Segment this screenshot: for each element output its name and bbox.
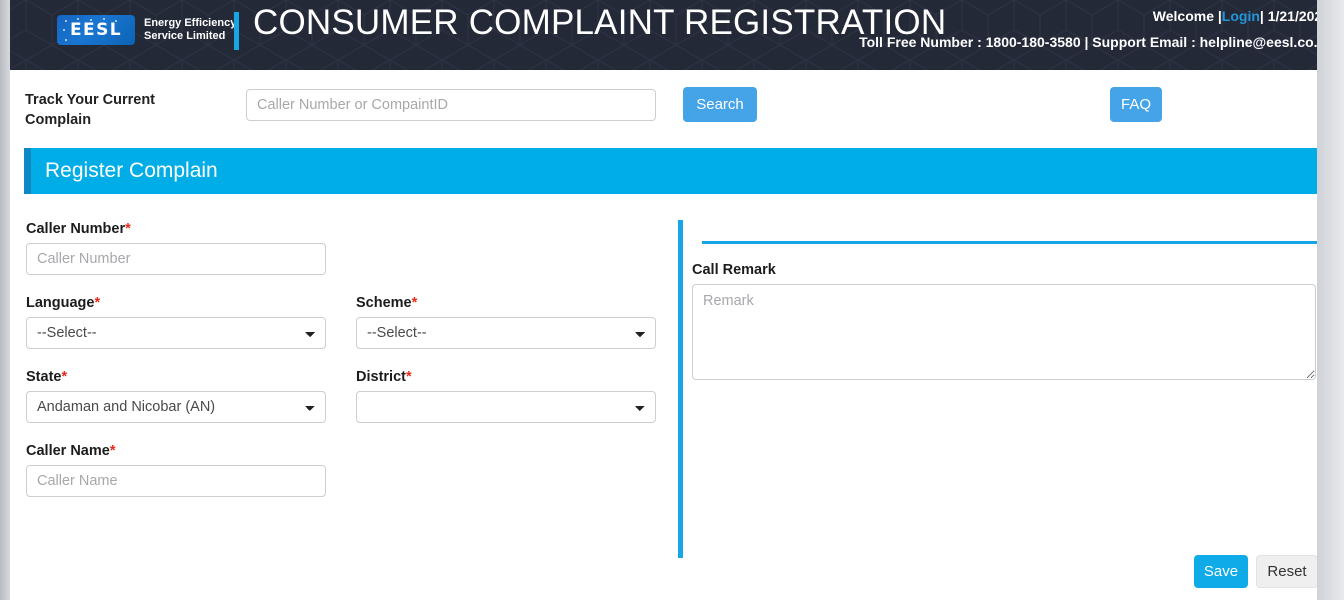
welcome-text: Welcome | <box>1152 8 1222 24</box>
logo-tagline: Energy Efficiency Service Limited <box>144 17 236 43</box>
banner-title: Register Complain <box>45 159 218 182</box>
header-divider <box>234 12 239 50</box>
brand-logo[interactable]: EESL Energy Efficiency Service Limited <box>57 15 236 45</box>
track-label: Track Your Current Complain <box>25 92 156 128</box>
eesl-brand-text: EESL <box>70 19 122 40</box>
field-scheme: Scheme* --Select-- <box>356 295 656 349</box>
field-caller-name: Caller Name* <box>26 443 326 497</box>
column-divider <box>678 220 683 558</box>
page-gutter-left <box>0 0 10 600</box>
state-label: State* <box>26 369 326 385</box>
logo-tagline-line2: Service Limited <box>144 30 226 42</box>
state-required-marker: * <box>61 369 68 385</box>
form-action-buttons: Save Reset <box>1194 555 1318 588</box>
caller-number-input[interactable] <box>26 243 326 275</box>
scheme-select[interactable]: --Select-- <box>356 317 656 349</box>
language-required-marker: * <box>94 295 101 311</box>
register-complain-form: Caller Number* Language* --Select-- Sche… <box>10 205 1326 600</box>
search-button[interactable]: Search <box>683 87 757 122</box>
register-complain-banner: Register Complain <box>24 148 1317 194</box>
save-button[interactable]: Save <box>1194 555 1248 588</box>
site-header: EESL Energy Efficiency Service Limited C… <box>0 0 1344 70</box>
scheme-label: Scheme* <box>356 295 656 311</box>
caller-name-required-marker: * <box>109 443 116 459</box>
page-title: CONSUMER COMPLAINT REGISTRATION <box>253 3 947 42</box>
page-root: EESL Energy Efficiency Service Limited C… <box>0 0 1344 600</box>
district-required-marker: * <box>405 369 412 385</box>
scheme-required-marker: * <box>411 295 418 311</box>
caller-number-required-marker: * <box>125 221 131 237</box>
state-select[interactable]: Andaman and Nicobar (AN) <box>26 391 326 423</box>
login-link[interactable]: Login <box>1222 8 1260 24</box>
welcome-line: Welcome |Login| 1/21/2022 <box>859 8 1330 24</box>
scheme-label-text: Scheme <box>356 295 412 311</box>
eesl-logo-badge: EESL <box>57 15 135 45</box>
district-select[interactable] <box>356 391 656 423</box>
field-call-remark: Call Remark <box>692 262 1316 385</box>
caller-number-label-text: Caller Number <box>26 221 126 237</box>
field-language: Language* --Select-- <box>26 295 326 349</box>
field-district: District* <box>356 369 656 423</box>
reset-button[interactable]: Reset <box>1256 555 1318 588</box>
state-label-text: State <box>26 369 62 385</box>
call-remark-textarea[interactable] <box>692 284 1316 380</box>
call-remark-label: Call Remark <box>692 262 776 278</box>
district-label-text: District <box>356 369 406 385</box>
language-label-text: Language <box>26 295 95 311</box>
language-select[interactable]: --Select-- <box>26 317 326 349</box>
caller-name-label-text: Caller Name <box>26 443 110 459</box>
header-utility-area: Welcome |Login| 1/21/2022 Toll Free Numb… <box>859 8 1330 50</box>
caller-number-label: Caller Number* <box>26 221 326 237</box>
district-label: District* <box>356 369 656 385</box>
logo-tagline-line1: Energy Efficiency <box>144 17 237 29</box>
field-caller-number: Caller Number* <box>26 221 326 275</box>
right-column-rule <box>702 241 1326 244</box>
track-complaint-bar: Track Your Current Complain Search FAQ <box>10 70 1317 144</box>
field-state: State* Andaman and Nicobar (AN) <box>26 369 326 423</box>
page-scrollbar-gutter[interactable] <box>1317 0 1344 600</box>
contact-info: Toll Free Number : 1800-180-3580 | Suppo… <box>859 34 1330 50</box>
faq-button[interactable]: FAQ <box>1110 87 1162 122</box>
caller-name-input[interactable] <box>26 465 326 497</box>
language-label: Language* <box>26 295 326 311</box>
caller-name-label: Caller Name* <box>26 443 326 459</box>
track-search-input[interactable] <box>246 89 656 121</box>
